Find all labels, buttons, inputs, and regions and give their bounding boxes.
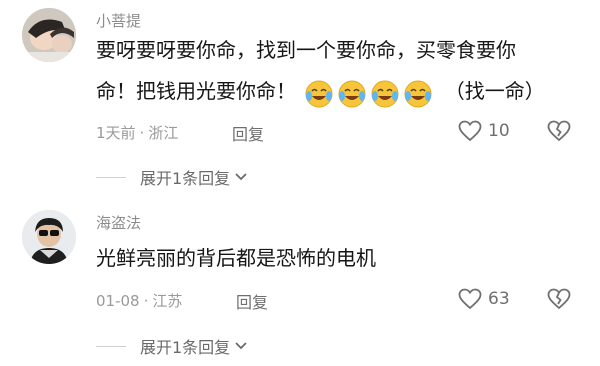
avatar[interactable] [22,8,76,62]
comment-text: 命！把钱用光要你命！ （找一命） [96,73,545,111]
comment-item: 小菩提 要呀要呀要你命，找到一个要你命，买零食要你 命！把钱用光要你命！ （找一… [0,0,600,190]
expand-replies-label: 展开1条回复 [140,338,231,357]
comment-meta: 1天前 · 浙江 [96,122,178,143]
reply-button[interactable]: 回复 [236,289,268,313]
comment-text: 光鲜亮丽的背后都是恐怖的电机 [96,240,376,276]
like-count: 10 [488,121,510,141]
like-button[interactable]: 63 [458,288,510,310]
reply-button[interactable]: 回复 [232,121,264,145]
meta-separator: · [139,124,145,142]
laugh-cry-emoji-icon [305,80,333,108]
comment-text: 要呀要呀要你命，找到一个要你命，买零食要你 [96,32,516,68]
laugh-cry-emoji-icon [371,80,399,108]
comment-location: 浙江 [148,124,179,142]
laugh-cry-emoji-icon [404,80,432,108]
chevron-down-icon [235,173,247,181]
divider-line [96,345,126,347]
dislike-button[interactable] [546,288,572,314]
expand-replies-button[interactable]: 展开1条回复 [96,334,248,358]
comment-text-line: 要呀要呀要你命，找到一个要你命，买零食要你 [96,38,516,62]
expand-replies-label: 展开1条回复 [140,169,231,188]
laugh-cry-emoji-icon [338,80,366,108]
username[interactable]: 海盗法 [96,212,141,233]
comment-time: 1天前 [96,124,136,142]
dislike-button[interactable] [546,120,572,146]
comment-meta: 01-08 · 江苏 [96,290,182,311]
chevron-down-icon [235,342,247,350]
meta-separator: · [143,292,149,310]
comment-location: 江苏 [152,292,183,310]
comment-text-line: 命！把钱用光要你命！ [96,79,296,103]
avatar-photo [22,210,76,264]
broken-heart-icon [547,120,571,142]
like-button[interactable]: 10 [458,120,510,142]
expand-replies-button[interactable]: 展开1条回复 [96,165,248,189]
comment-text-line: 光鲜亮丽的背后都是恐怖的电机 [96,246,376,270]
emoji-group [304,75,436,111]
broken-heart-icon [547,288,571,310]
avatar[interactable] [22,210,76,264]
heart-outline-icon [458,120,482,142]
heart-outline-icon [458,288,482,310]
comment-text-suffix: （找一命） [444,79,545,103]
like-count: 63 [488,289,510,309]
avatar-photo [22,8,76,62]
username[interactable]: 小菩提 [96,10,141,31]
divider-line [96,176,126,178]
comment-time: 01-08 [96,292,140,310]
comment-item: 海盗法 光鲜亮丽的背后都是恐怖的电机 01-08 · 江苏 回复 63 展开1条回复 [0,200,600,366]
